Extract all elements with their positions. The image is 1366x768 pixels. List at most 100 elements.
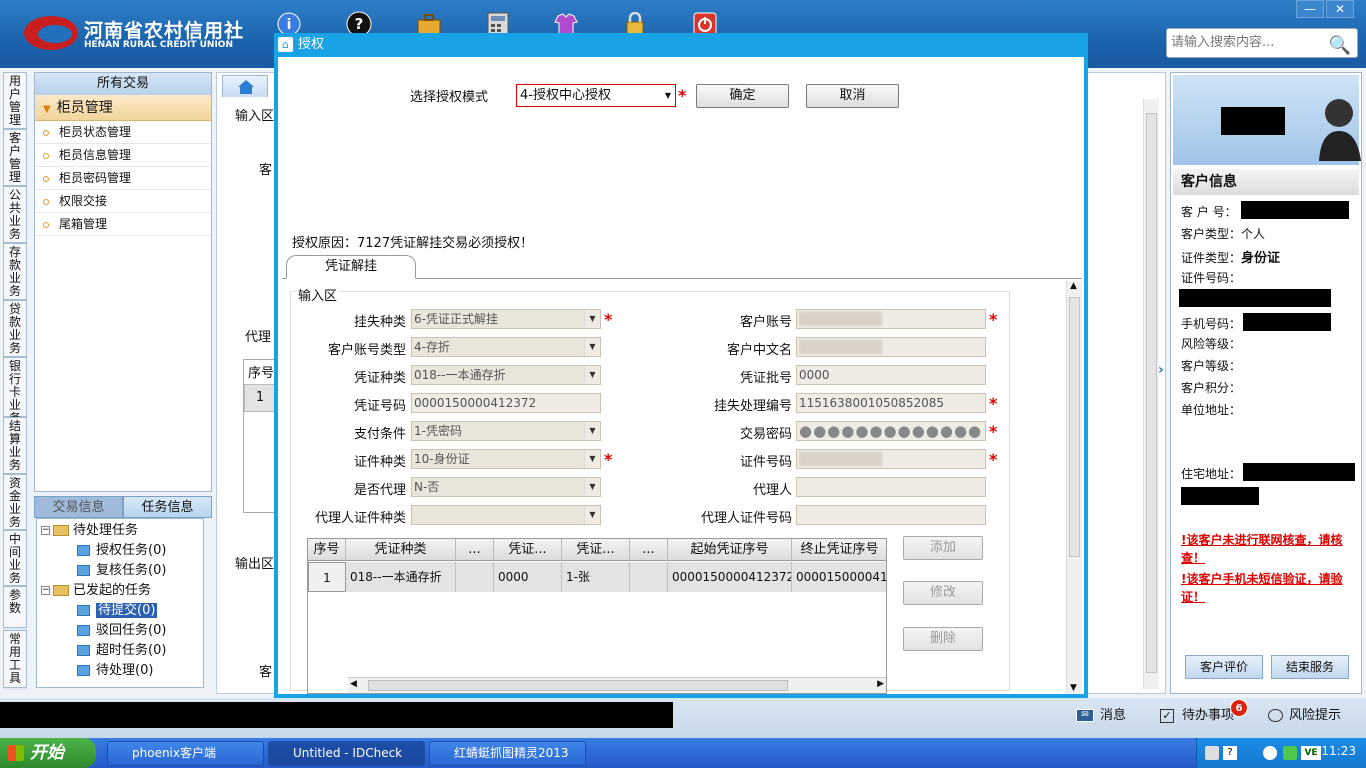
- delete-button[interactable]: 删除: [903, 627, 983, 651]
- field-select[interactable]: 6-凭证正式解挂 ▼: [411, 309, 601, 329]
- taskbar-item-capture[interactable]: 红蜻蜓抓图精灵2013: [429, 741, 586, 766]
- search-icon[interactable]: 🔍: [1329, 32, 1351, 60]
- field-input[interactable]: █████████: [796, 337, 986, 357]
- vtab-loan[interactable]: 贷款业务: [3, 300, 27, 357]
- grid-cell[interactable]: 0000150000412372: [668, 562, 792, 592]
- field-input[interactable]: █████████: [796, 309, 986, 329]
- start-button[interactable]: 开始: [0, 738, 96, 768]
- menu-item[interactable]: 尾箱管理: [35, 213, 211, 236]
- end-service-button[interactable]: 结束服务: [1271, 655, 1349, 679]
- menu-item[interactable]: 柜员信息管理: [35, 144, 211, 167]
- vtab-deposit[interactable]: 存款业务: [3, 243, 27, 300]
- collapse-icon[interactable]: −: [41, 586, 50, 595]
- confirm-button[interactable]: 确定: [696, 84, 789, 108]
- collapse-icon[interactable]: −: [41, 526, 50, 535]
- grid-hscroll-thumb[interactable]: [368, 680, 788, 691]
- menu-item[interactable]: 柜员状态管理: [35, 121, 211, 144]
- scroll-up-icon[interactable]: ▲: [1070, 281, 1077, 291]
- collapse-panel-icon[interactable]: ›: [1158, 362, 1168, 402]
- vtab-bank-card[interactable]: 银行卡业务: [3, 357, 27, 425]
- field-input[interactable]: [796, 477, 986, 497]
- menu-header[interactable]: 所有交易: [35, 73, 211, 95]
- grid-cell[interactable]: 0000: [494, 562, 562, 592]
- tree-node-initiated[interactable]: − 已发起的任务: [41, 581, 151, 600]
- field-input[interactable]: ●●●●●●●●●●●●●: [796, 421, 986, 441]
- field-input[interactable]: 0000150000412372: [411, 393, 601, 413]
- network-icon[interactable]: [1283, 746, 1297, 760]
- dropdown-arrow-icon[interactable]: ▼: [584, 450, 600, 468]
- menu-item[interactable]: 权限交接: [35, 190, 211, 213]
- menu-item[interactable]: 柜员密码管理: [35, 167, 211, 190]
- grid-hscrollbar[interactable]: ◀ ▶: [348, 677, 886, 693]
- add-button[interactable]: 添加: [903, 536, 983, 560]
- bg-scrollbar[interactable]: [1143, 99, 1159, 689]
- ve-tray-icon[interactable]: VE: [1301, 746, 1321, 760]
- field-input[interactable]: 1151638001050852085: [796, 393, 986, 413]
- tree-item-to-submit[interactable]: 待提交(0): [77, 601, 158, 620]
- scroll-right-icon[interactable]: ▶: [877, 679, 884, 689]
- tree-item-rejected[interactable]: 驳回任务(0): [77, 621, 166, 640]
- tree-item-auth-task[interactable]: 授权任务(0): [77, 541, 166, 560]
- keyboard-icon[interactable]: [1205, 746, 1219, 760]
- grid-header[interactable]: 凭证...: [562, 539, 630, 561]
- dropdown-arrow-icon[interactable]: ▼: [584, 310, 600, 328]
- grid-header[interactable]: 凭证种类: [346, 539, 456, 561]
- taskbar-item-idcheck[interactable]: Untitled - IDCheck: [268, 741, 425, 766]
- back-tray-icon[interactable]: [1263, 746, 1277, 760]
- grid-cell[interactable]: [630, 562, 668, 592]
- field-input[interactable]: [796, 505, 986, 525]
- dropdown-arrow-icon[interactable]: ▼: [584, 366, 600, 384]
- dialog-scroll-thumb[interactable]: [1069, 297, 1080, 557]
- vtab-settlement[interactable]: 结算业务: [3, 417, 27, 474]
- grid-header[interactable]: ...: [456, 539, 494, 561]
- customer-eval-button[interactable]: 客户评价: [1185, 655, 1263, 679]
- help-tray-icon[interactable]: ?: [1223, 746, 1237, 760]
- todo-button[interactable]: ✓ 待办事项: [1160, 706, 1234, 726]
- grid-cell[interactable]: 1-张: [562, 562, 630, 592]
- close-button[interactable]: ✕: [1326, 0, 1354, 18]
- grid-header[interactable]: 序号: [308, 539, 346, 561]
- minimize-button[interactable]: —: [1296, 0, 1324, 18]
- cancel-button[interactable]: 取消: [806, 84, 899, 108]
- tree-node-pending[interactable]: − 待处理任务: [41, 521, 138, 540]
- field-select[interactable]: 1-凭密码 ▼: [411, 421, 601, 441]
- vtab-tools[interactable]: 常用工具: [3, 630, 27, 688]
- menu-group-teller[interactable]: ▼ 柜员管理: [35, 95, 211, 121]
- bg-scroll-thumb[interactable]: [1146, 113, 1157, 673]
- field-select[interactable]: ▼: [411, 505, 601, 525]
- vtab-funds[interactable]: 资金业务: [3, 474, 27, 530]
- tab-transaction-info[interactable]: 交易信息: [34, 496, 123, 518]
- home-tab[interactable]: [222, 75, 268, 97]
- tab-task-info[interactable]: 任务信息: [123, 496, 212, 518]
- tab-voucher-unfreeze[interactable]: 凭证解挂: [286, 255, 416, 279]
- grid-cell[interactable]: [456, 562, 494, 592]
- vtab-customer-mgmt[interactable]: 客户管理: [3, 129, 27, 186]
- field-select[interactable]: 10-身份证 ▼: [411, 449, 601, 469]
- scroll-down-icon[interactable]: ▼: [1070, 683, 1077, 693]
- grid-cell[interactable]: 1: [308, 562, 346, 592]
- field-input[interactable]: 0000: [796, 365, 986, 385]
- grid-header[interactable]: 凭证...: [494, 539, 562, 561]
- grid-cell[interactable]: 018--一本通存折: [346, 562, 456, 592]
- field-input[interactable]: █████████: [796, 449, 986, 469]
- dialog-title-bar[interactable]: ⌂ 授权: [274, 33, 1088, 57]
- dropdown-arrow-icon[interactable]: ▼: [584, 506, 600, 524]
- vtab-intermediary[interactable]: 中间业务: [3, 530, 27, 586]
- vtab-public-business[interactable]: 公共业务: [3, 186, 27, 243]
- edit-button[interactable]: 修改: [903, 581, 983, 605]
- auth-mode-select[interactable]: 4-授权中心授权 ▼: [516, 84, 676, 107]
- grid-header[interactable]: 终止凭证序号: [792, 539, 886, 561]
- warning-verify-link[interactable]: !该客户未进行联网核查，请核查！: [1181, 531, 1357, 567]
- tree-item-review-task[interactable]: 复核任务(0): [77, 561, 166, 580]
- grid-header[interactable]: 起始凭证序号: [668, 539, 792, 561]
- field-select[interactable]: N-否 ▼: [411, 477, 601, 497]
- warning-sms-link[interactable]: !该客户手机未短信验证，请验证！: [1181, 570, 1357, 606]
- dialog-scrollbar[interactable]: ▲ ▼: [1066, 281, 1082, 693]
- taskbar-item-phoenix[interactable]: phoenix客户端: [107, 741, 264, 766]
- dropdown-arrow-icon[interactable]: ▼: [584, 422, 600, 440]
- scroll-left-icon[interactable]: ◀: [350, 679, 357, 689]
- grid-cell[interactable]: 000015000041237: [792, 562, 886, 592]
- field-select[interactable]: 018--一本通存折 ▼: [411, 365, 601, 385]
- search-input[interactable]: 请输入搜索内容... 🔍: [1166, 28, 1358, 58]
- vtab-params[interactable]: 参数: [3, 586, 27, 628]
